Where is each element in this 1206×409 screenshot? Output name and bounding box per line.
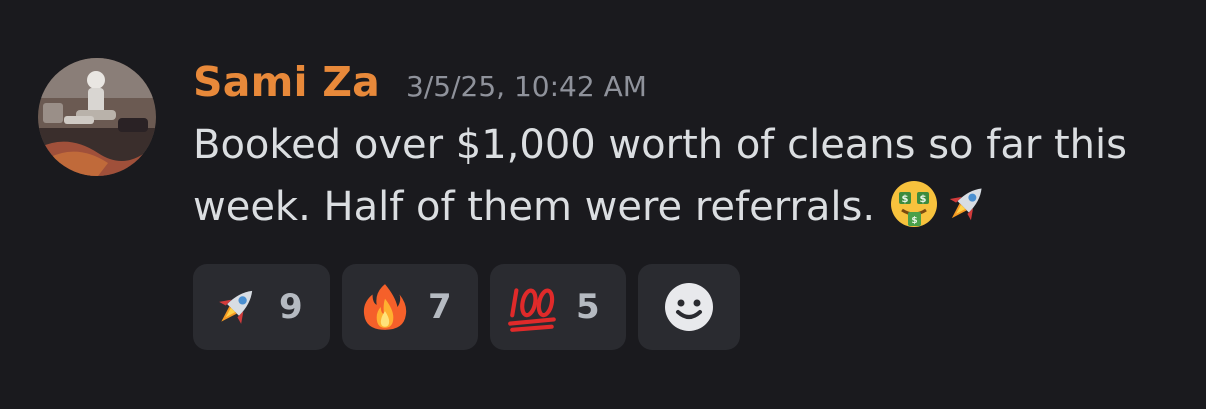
timestamp[interactable]: 3/5/25, 10:42 AM <box>406 57 647 117</box>
reactions-bar: 9 7 5 <box>193 264 740 350</box>
svg-text:$: $ <box>919 194 926 205</box>
add-reaction-button[interactable] <box>638 264 740 350</box>
message-text-line1: Booked over $1,000 worth of cleans so fa… <box>193 122 1127 168</box>
svg-text:$: $ <box>911 216 917 226</box>
reaction-count: 7 <box>428 287 452 327</box>
reaction-fire[interactable]: 7 <box>342 264 478 350</box>
reaction-count: 9 <box>279 287 303 327</box>
fire-icon <box>358 280 412 334</box>
smiley-face-icon <box>665 283 713 331</box>
rocket-icon <box>209 280 263 334</box>
rocket-icon <box>940 178 992 230</box>
message-body: Booked over $1,000 worth of cleans so fa… <box>193 114 1173 238</box>
username[interactable]: Sami Za <box>193 52 380 112</box>
svg-text:$: $ <box>901 194 908 205</box>
chat-message: Sami Za 3/5/25, 10:42 AM Booked over $1,… <box>0 0 1206 409</box>
reaction-hundred-points[interactable]: 5 <box>490 264 626 350</box>
message-text-line2: week. Half of them were referrals. <box>193 184 876 230</box>
message-header: Sami Za 3/5/25, 10:42 AM <box>193 52 1166 112</box>
message-content: Sami Za 3/5/25, 10:42 AM Booked over $1,… <box>193 52 1166 238</box>
reaction-count: 5 <box>576 287 600 327</box>
avatar-photo <box>38 58 156 176</box>
hundred-points-icon <box>506 280 560 334</box>
reaction-rocket[interactable]: 9 <box>193 264 330 350</box>
avatar[interactable] <box>38 58 156 176</box>
money-mouth-face-icon: $ $ $ <box>888 178 940 230</box>
